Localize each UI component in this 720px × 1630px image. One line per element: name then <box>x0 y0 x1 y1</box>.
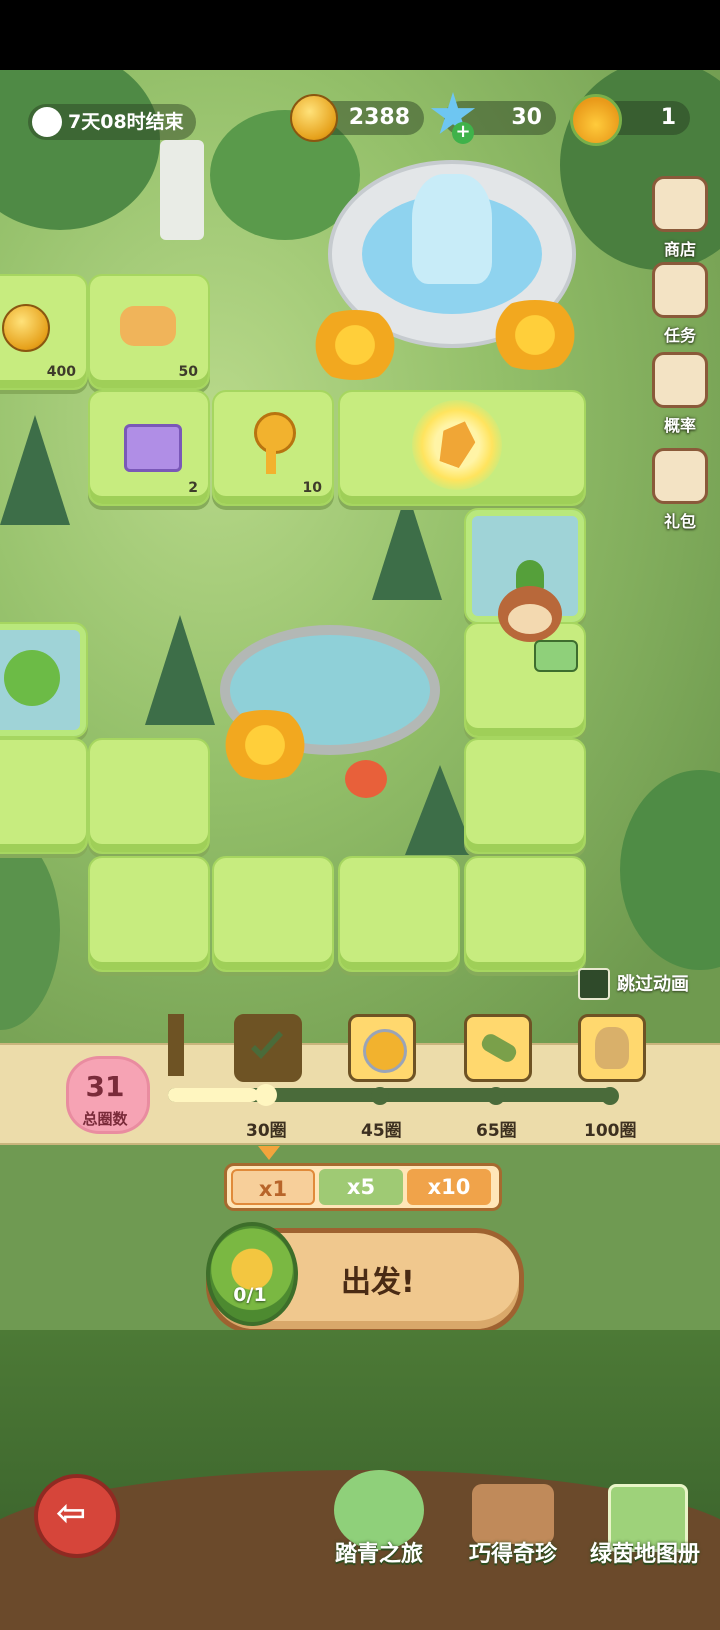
tree-canopy <box>0 70 160 230</box>
honey-count: 1 <box>660 105 676 130</box>
tree-canopy <box>620 770 720 970</box>
side-probability-label: 概率 <box>663 416 696 435</box>
add-gem-icon[interactable]: + <box>452 122 474 144</box>
selected-arrow-icon <box>258 1146 280 1160</box>
pine-tree <box>145 615 215 725</box>
side-task-button[interactable]: 任务 <box>650 262 710 346</box>
board-tile: 400 <box>0 274 88 390</box>
board-tile <box>338 390 586 506</box>
lily-pad <box>4 650 60 706</box>
telescope-icon <box>478 1031 520 1065</box>
coin-count: 2388 <box>348 105 410 130</box>
board-tile <box>0 738 88 854</box>
monkey-face <box>508 604 552 634</box>
milestone-label: 100圈 <box>584 1121 637 1141</box>
star-badge-icon <box>363 1029 407 1073</box>
watering-can <box>534 640 578 672</box>
board-tile <box>338 856 460 972</box>
tile-count: 2 <box>188 480 198 496</box>
stone-pillar <box>160 140 204 240</box>
corn-ticket-icon <box>206 1222 298 1326</box>
task-icon <box>652 262 708 318</box>
previous-reward-edge <box>168 1014 184 1076</box>
tree-canopy <box>0 830 60 1030</box>
milestone-marker-reached <box>255 1084 277 1106</box>
milestone-label: 65圈 <box>476 1121 517 1141</box>
squirrel <box>345 760 387 798</box>
side-probability-button[interactable]: 概率 <box>650 352 710 436</box>
multiplier-x10[interactable]: x10 <box>407 1169 491 1205</box>
multiplier-x5[interactable]: x5 <box>319 1169 403 1205</box>
milestone-reward-45[interactable] <box>348 1014 416 1082</box>
cat-cookie-icon <box>120 306 176 346</box>
board-tile <box>212 856 334 972</box>
paw-coin-icon <box>290 94 338 142</box>
event-timer-text: 7天08时结束 <box>68 111 184 133</box>
tile-count: 10 <box>302 480 322 496</box>
board-tile <box>464 738 586 854</box>
side-shop-label: 商店 <box>663 240 696 259</box>
pine-tree <box>372 490 442 600</box>
gift-pack-icon <box>652 448 708 504</box>
milestone-marker <box>487 1087 505 1105</box>
progress-fill <box>168 1088 258 1102</box>
nav-journey-label: 踏青之旅 <box>334 1542 423 1567</box>
total-laps-label: 总圈数 <box>82 1110 128 1128</box>
nav-map-book[interactable]: 绿茵地图册 <box>580 1470 710 1580</box>
side-gift-label: 礼包 <box>663 512 696 531</box>
milestone-reward-65[interactable] <box>464 1014 532 1082</box>
explorer-avatar-icon <box>595 1027 629 1069</box>
milestone-reward-100[interactable] <box>578 1014 646 1082</box>
skip-animation-checkbox[interactable] <box>578 968 610 1000</box>
side-task-label: 任务 <box>663 326 696 345</box>
milestone-reward-30[interactable] <box>234 1014 302 1082</box>
multiplier-selector: x1 x5 x10 <box>224 1163 502 1211</box>
back-button[interactable]: ⇦ <box>34 1474 120 1558</box>
event-timer: 7天08时结束 <box>28 104 196 140</box>
nav-treasure-label: 巧得奇珍 <box>468 1542 557 1567</box>
honey-pot-icon <box>570 94 622 146</box>
purple-chest-icon <box>124 424 182 472</box>
monkey-character <box>490 560 578 672</box>
side-gift-button[interactable]: 礼包 <box>650 448 710 532</box>
flower-bush <box>210 710 320 780</box>
board-tile: 10 <box>212 390 334 506</box>
board-tile <box>464 856 586 972</box>
board-tile-pond <box>0 622 88 738</box>
flower-bush <box>480 300 590 370</box>
board-tile: 50 <box>88 274 210 390</box>
paw-icon <box>32 107 62 137</box>
board-tile <box>88 856 210 972</box>
side-shop-button[interactable]: 商店 <box>650 176 710 260</box>
tile-count: 400 <box>46 364 76 380</box>
treasure-icon <box>472 1484 554 1544</box>
nav-journey[interactable]: 踏青之旅 <box>314 1470 444 1580</box>
milestone-marker <box>371 1087 389 1105</box>
skip-animation-label: 跳过动画 <box>617 974 689 995</box>
fountain-spray <box>412 174 492 284</box>
star-coin-icon <box>2 304 50 352</box>
total-laps-value: 31 <box>85 1070 125 1103</box>
milestone-label: 45圈 <box>361 1121 402 1141</box>
ticket-count: 0/1 <box>233 1284 267 1306</box>
probability-icon <box>652 352 708 408</box>
golden-key-shaft <box>266 444 276 474</box>
status-bar <box>0 0 720 70</box>
multiplier-x1[interactable]: x1 <box>231 1169 315 1205</box>
nav-map-book-label: 绿茵地图册 <box>589 1542 700 1567</box>
flower-bush <box>300 310 410 380</box>
back-arrow-icon: ⇦ <box>56 1493 87 1534</box>
nav-treasure[interactable]: 巧得奇珍 <box>448 1470 578 1580</box>
milestone-marker <box>601 1087 619 1105</box>
gem-count: 30 <box>511 105 542 130</box>
pine-tree <box>0 415 70 525</box>
go-button-label: 出发! <box>341 1265 415 1300</box>
board-tile: 2 <box>88 390 210 506</box>
claimed-check-icon <box>251 1031 283 1059</box>
board-tile <box>88 738 210 854</box>
shop-icon <box>652 176 708 232</box>
milestone-label: 30圈 <box>246 1121 287 1141</box>
tile-count: 50 <box>178 364 198 380</box>
progress-track <box>168 1088 618 1102</box>
